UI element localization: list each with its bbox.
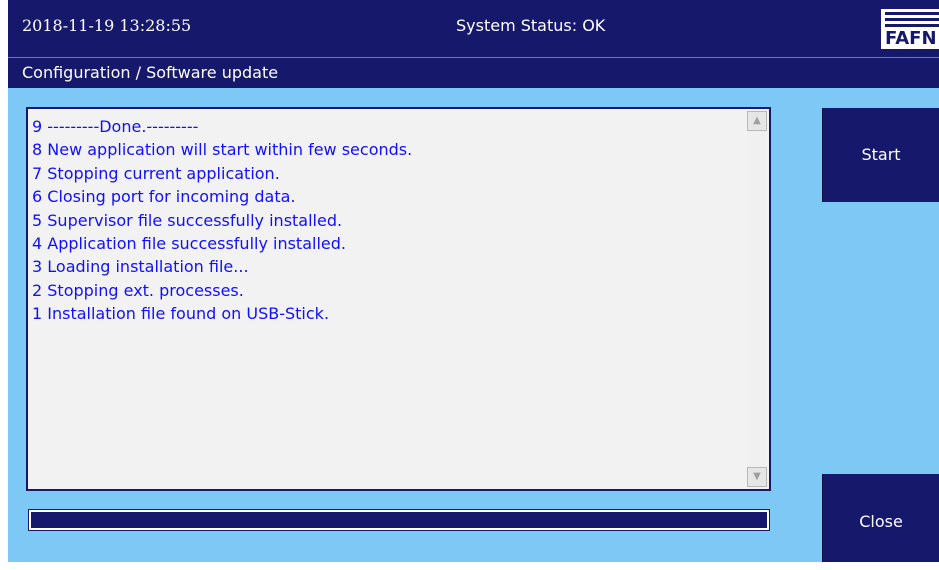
logo-text: FAFN [885, 28, 937, 49]
log-line: 2 Stopping ext. processes. [32, 280, 244, 300]
breadcrumb-bar: Configuration / Software update [8, 57, 939, 88]
datetime: 2018-11-19 13:28:55 [22, 16, 192, 35]
log-line: 4 Application file successfully installe… [32, 234, 346, 254]
close-button[interactable]: Close [822, 474, 939, 562]
progress-fill [31, 512, 767, 528]
log-scrollbar[interactable]: ▲ ▼ [747, 111, 767, 487]
system-status: System Status: OK [456, 16, 606, 35]
log-line: 1 Installation file found on USB-Stick. [32, 304, 330, 324]
log-line: 5 Supervisor file successfully installed… [32, 210, 343, 230]
scroll-up-arrow-icon[interactable]: ▲ [747, 111, 767, 131]
log-line: 6 Closing port for incoming data. [32, 187, 296, 207]
scroll-down-arrow-icon[interactable]: ▼ [747, 467, 767, 487]
log-line: 8 New application will start within few … [32, 140, 413, 160]
log-line: 9 ---------Done.--------- [32, 117, 199, 136]
log-lines: 9 ---------Done.--------- 8 New applicat… [32, 115, 743, 483]
breadcrumb: Configuration / Software update [22, 63, 279, 82]
start-button[interactable]: Start [822, 108, 939, 202]
log-line: 3 Loading installation file... [32, 257, 249, 277]
log-line: 7 Stopping current application. [32, 163, 280, 183]
update-log[interactable]: 9 ---------Done.--------- 8 New applicat… [26, 107, 771, 491]
update-progress-bar [28, 509, 770, 531]
brand-logo: FAFN [881, 9, 939, 49]
title-bar: 2018-11-19 13:28:55 System Status: OK FA… [8, 0, 939, 57]
main-content: 9 ---------Done.--------- 8 New applicat… [8, 88, 939, 562]
